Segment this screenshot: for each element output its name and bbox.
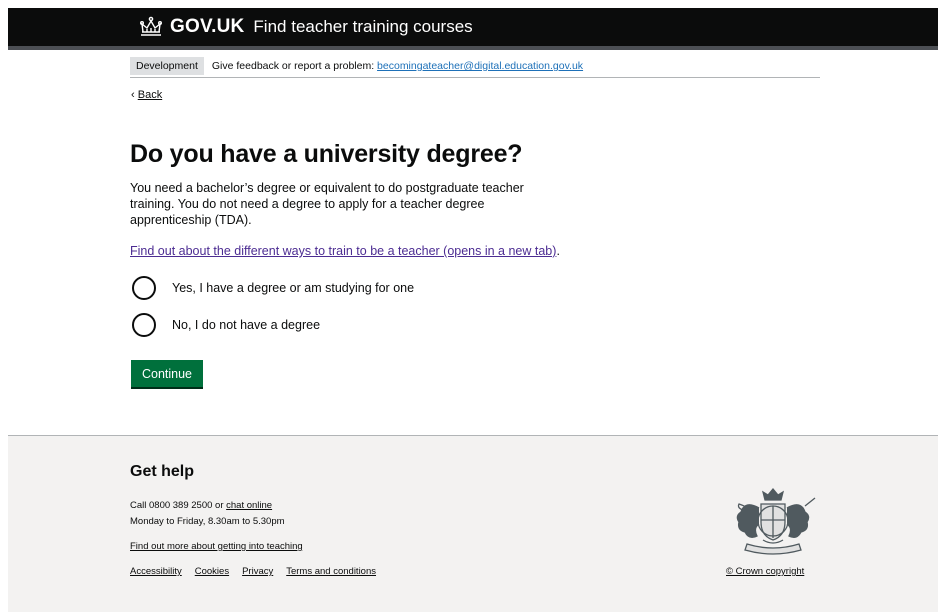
radio-button-yes[interactable] bbox=[132, 276, 156, 300]
footer-link-terms[interactable]: Terms and conditions bbox=[286, 566, 376, 577]
feedback-email-link[interactable]: becomingateacher@digital.education.gov.u… bbox=[377, 60, 583, 72]
copyright: © Crown copyright bbox=[726, 566, 804, 577]
radio-button-no[interactable] bbox=[132, 313, 156, 337]
site-header: GOV.UK Find teacher training courses bbox=[8, 8, 938, 46]
phase-banner-text: Give feedback or report a problem: becom… bbox=[212, 60, 583, 72]
footer-hours: Monday to Friday, 8.30am to 5.30pm bbox=[130, 516, 285, 527]
royal-coat-of-arms-icon bbox=[736, 487, 816, 555]
radio-label-yes[interactable]: Yes, I have a degree or am studying for … bbox=[172, 281, 414, 295]
crown-icon bbox=[140, 16, 163, 36]
radio-option-yes[interactable]: Yes, I have a degree or am studying for … bbox=[130, 276, 414, 300]
crown-copyright-link[interactable]: © Crown copyright bbox=[726, 566, 804, 577]
radio-option-no[interactable]: No, I do not have a degree bbox=[130, 313, 320, 337]
footer-links: Accessibility Cookies Privacy Terms and … bbox=[130, 566, 376, 577]
lead-paragraph: You need a bachelor’s degree or equivale… bbox=[130, 181, 524, 227]
govuk-logo[interactable]: GOV.UK bbox=[170, 16, 244, 38]
phase-banner: Development Give feedback or report a pr… bbox=[130, 55, 820, 78]
footer-heading: Get help bbox=[130, 463, 195, 480]
chat-online-link[interactable]: chat online bbox=[226, 500, 272, 511]
footer-link-accessibility[interactable]: Accessibility bbox=[130, 566, 182, 577]
continue-button[interactable]: Continue bbox=[131, 360, 203, 387]
getting-into-teaching-link[interactable]: Find out more about getting into teachin… bbox=[130, 541, 303, 552]
guide-link-container: Find out about the different ways to tra… bbox=[130, 244, 560, 258]
page-title: Do you have a university degree? bbox=[130, 140, 523, 168]
guide-link-suffix: . bbox=[556, 244, 560, 258]
radio-label-no[interactable]: No, I do not have a degree bbox=[172, 318, 320, 332]
header-underline bbox=[8, 46, 938, 50]
footer-call-text: Call 0800 389 2500 or bbox=[130, 500, 227, 511]
footer-link-cookies[interactable]: Cookies bbox=[195, 566, 229, 577]
feedback-text: Give feedback or report a problem: bbox=[211, 60, 378, 72]
back-link-container: ‹ Back bbox=[131, 89, 162, 101]
footer-more-line: Find out more about getting into teachin… bbox=[130, 541, 303, 552]
footer-call-line: Call 0800 389 2500 or chat online bbox=[130, 500, 272, 511]
back-link[interactable]: Back bbox=[138, 89, 162, 101]
site-footer: Get help Call 0800 389 2500 or chat onli… bbox=[8, 435, 938, 612]
phase-tag: Development bbox=[130, 57, 204, 75]
training-routes-link[interactable]: Find out about the different ways to tra… bbox=[130, 244, 556, 258]
footer-link-privacy[interactable]: Privacy bbox=[242, 566, 273, 577]
chevron-left-icon: ‹ bbox=[131, 89, 135, 101]
service-name[interactable]: Find teacher training courses bbox=[253, 17, 472, 37]
